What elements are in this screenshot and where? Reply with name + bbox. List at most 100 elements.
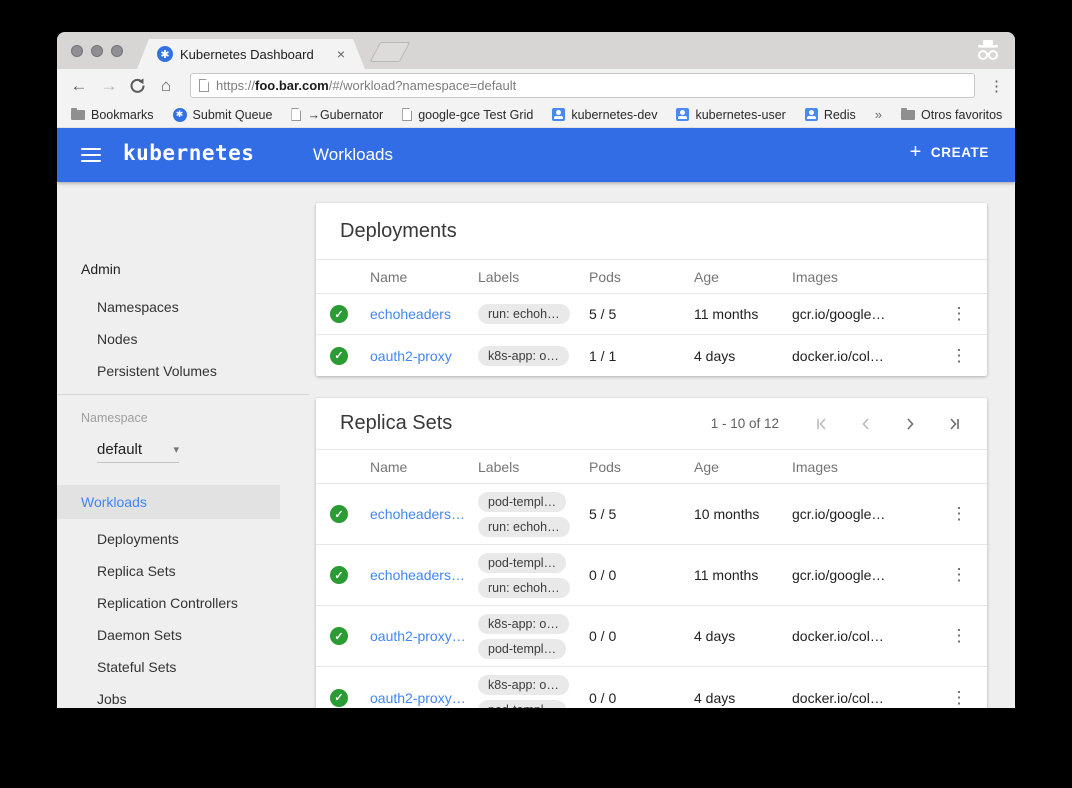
back-icon[interactable]: ← <box>69 76 89 96</box>
hamburger-menu-icon[interactable] <box>81 148 101 166</box>
images-cell: gcr.io/google… <box>792 306 939 322</box>
column-header-labels: Labels <box>478 269 589 285</box>
bookmark-bookmarks-folder[interactable]: Bookmarks <box>71 108 154 122</box>
column-header-images: Images <box>792 459 939 475</box>
kubernetes-logo[interactable]: kubernetes <box>123 141 254 165</box>
browser-tab[interactable]: ✱ Kubernetes Dashboard × <box>137 39 365 69</box>
bookmark-test-grid[interactable]: google-gce Test Grid <box>402 108 533 122</box>
sidebar-item-replication-controllers[interactable]: Replication Controllers <box>57 587 309 619</box>
tab-close-icon[interactable]: × <box>337 47 345 61</box>
row-menu-icon[interactable]: ⋮ <box>939 304 979 324</box>
column-header-pods: Pods <box>589 459 694 475</box>
age-cell: 4 days <box>694 348 792 364</box>
next-page-icon[interactable] <box>901 415 919 433</box>
forward-icon[interactable]: → <box>99 76 119 96</box>
browser-menu-icon[interactable]: ⋮ <box>989 77 1003 95</box>
replica-set-link[interactable]: oauth2-proxy… <box>370 690 478 706</box>
window-controls <box>71 45 123 57</box>
dashboard-viewport: kubernetes Workloads + CREATE Admin Name… <box>57 128 1015 708</box>
age-cell: 4 days <box>694 690 792 706</box>
incognito-icon <box>975 40 1001 62</box>
sidebar-item-replica-sets[interactable]: Replica Sets <box>57 555 309 587</box>
bookmark-submit-queue[interactable]: ✱Submit Queue <box>173 108 273 122</box>
row-menu-icon[interactable]: ⋮ <box>939 688 979 708</box>
address-bar[interactable]: https://foo.bar.com/#/workload?namespace… <box>190 73 975 98</box>
column-header-images: Images <box>792 269 939 285</box>
images-cell: docker.io/col… <box>792 690 939 706</box>
tab-title: Kubernetes Dashboard <box>180 47 330 62</box>
replica-set-link[interactable]: echoheaders… <box>370 506 478 522</box>
table-row: ✓ echoheaders run: echoh… 5 / 5 11 month… <box>316 294 987 335</box>
row-menu-icon[interactable]: ⋮ <box>939 565 979 585</box>
column-header-age: Age <box>694 269 792 285</box>
home-icon[interactable]: ⌂ <box>156 76 176 96</box>
table-row: ✓ oauth2-proxy… k8s-app: o… pod-templ… 0… <box>316 606 987 667</box>
sidebar-item-daemon-sets[interactable]: Daemon Sets <box>57 619 309 651</box>
replica-set-link[interactable]: echoheaders… <box>370 567 478 583</box>
sidebar-item-workloads[interactable]: Workloads <box>57 485 280 519</box>
tab-strip: ✱ Kubernetes Dashboard × <box>57 32 1015 69</box>
pods-cell: 0 / 0 <box>589 628 694 644</box>
folder-icon <box>901 110 915 120</box>
groups-icon <box>805 108 818 121</box>
first-page-icon[interactable] <box>813 415 831 433</box>
plus-icon: + <box>910 142 922 162</box>
label-chip: k8s-app: o… <box>478 346 569 366</box>
bookmarks-overflow-icon[interactable]: » <box>875 107 882 122</box>
replica-sets-table-header: Name Labels Pods Age Images <box>316 450 987 484</box>
row-menu-icon[interactable]: ⋮ <box>939 346 979 366</box>
label-chip: run: echoh… <box>478 517 570 537</box>
label-chip: pod-templ… <box>478 700 566 708</box>
pagination: 1 - 10 of 12 <box>711 415 963 433</box>
sidebar-item-persistent-volumes[interactable]: Persistent Volumes <box>57 355 309 387</box>
label-chip: k8s-app: o… <box>478 675 569 695</box>
zoom-window-button[interactable] <box>111 45 123 57</box>
deployment-link[interactable]: echoheaders <box>370 306 478 322</box>
images-cell: gcr.io/google… <box>792 506 939 522</box>
page-title: Workloads <box>313 145 393 165</box>
status-ok-icon: ✓ <box>330 566 348 584</box>
label-chip: pod-templ… <box>478 492 566 512</box>
bookmark-redis[interactable]: Redis <box>805 108 856 122</box>
images-cell: gcr.io/google… <box>792 567 939 583</box>
column-header-age: Age <box>694 459 792 475</box>
row-menu-icon[interactable]: ⋮ <box>939 626 979 646</box>
bookmark-kubernetes-dev[interactable]: kubernetes-dev <box>552 108 657 122</box>
deployment-link[interactable]: oauth2-proxy <box>370 348 478 364</box>
page-icon <box>291 108 301 121</box>
table-row: ✓ echoheaders… pod-templ… run: echoh… 5 … <box>316 484 987 545</box>
page-icon <box>199 79 209 92</box>
status-ok-icon: ✓ <box>330 305 348 323</box>
minimize-window-button[interactable] <box>91 45 103 57</box>
bookmark-otros-favoritos-folder[interactable]: Otros favoritos <box>901 108 1002 122</box>
column-header-name: Name <box>370 459 478 475</box>
previous-page-icon[interactable] <box>857 415 875 433</box>
namespace-select[interactable]: default ▾ <box>97 437 179 463</box>
pagination-range: 1 - 10 of 12 <box>711 416 779 431</box>
label-chip: k8s-app: o… <box>478 614 569 634</box>
column-header-labels: Labels <box>478 459 589 475</box>
card-title: Deployments <box>340 220 457 243</box>
label-chip: run: echoh… <box>478 304 570 324</box>
bookmark-gubernator[interactable]: →Gubernator <box>291 108 383 122</box>
sidebar-item-stateful-sets[interactable]: Stateful Sets <box>57 651 309 683</box>
label-chip: run: echoh… <box>478 578 570 598</box>
sidebar-item-nodes[interactable]: Nodes <box>57 323 309 355</box>
new-tab-button[interactable] <box>370 42 411 62</box>
close-window-button[interactable] <box>71 45 83 57</box>
sidebar-item-admin[interactable]: Admin <box>57 253 309 285</box>
replica-set-link[interactable]: oauth2-proxy… <box>370 628 478 644</box>
sidebar-item-jobs[interactable]: Jobs <box>57 683 309 708</box>
browser-toolbar: ← → ⌂ https://foo.bar.com/#/workload?nam… <box>57 69 1015 102</box>
row-menu-icon[interactable]: ⋮ <box>939 504 979 524</box>
last-page-icon[interactable] <box>945 415 963 433</box>
reload-icon[interactable] <box>129 77 146 94</box>
replica-sets-card-header: Replica Sets 1 - 10 of 12 <box>316 398 987 450</box>
page-icon <box>402 108 412 121</box>
sidebar-item-namespaces[interactable]: Namespaces <box>57 291 309 323</box>
sidebar-item-deployments[interactable]: Deployments <box>57 523 309 555</box>
create-button[interactable]: + CREATE <box>910 142 989 162</box>
namespace-label: Namespace <box>57 410 309 426</box>
bookmark-kubernetes-user[interactable]: kubernetes-user <box>676 108 785 122</box>
column-header-pods: Pods <box>589 269 694 285</box>
